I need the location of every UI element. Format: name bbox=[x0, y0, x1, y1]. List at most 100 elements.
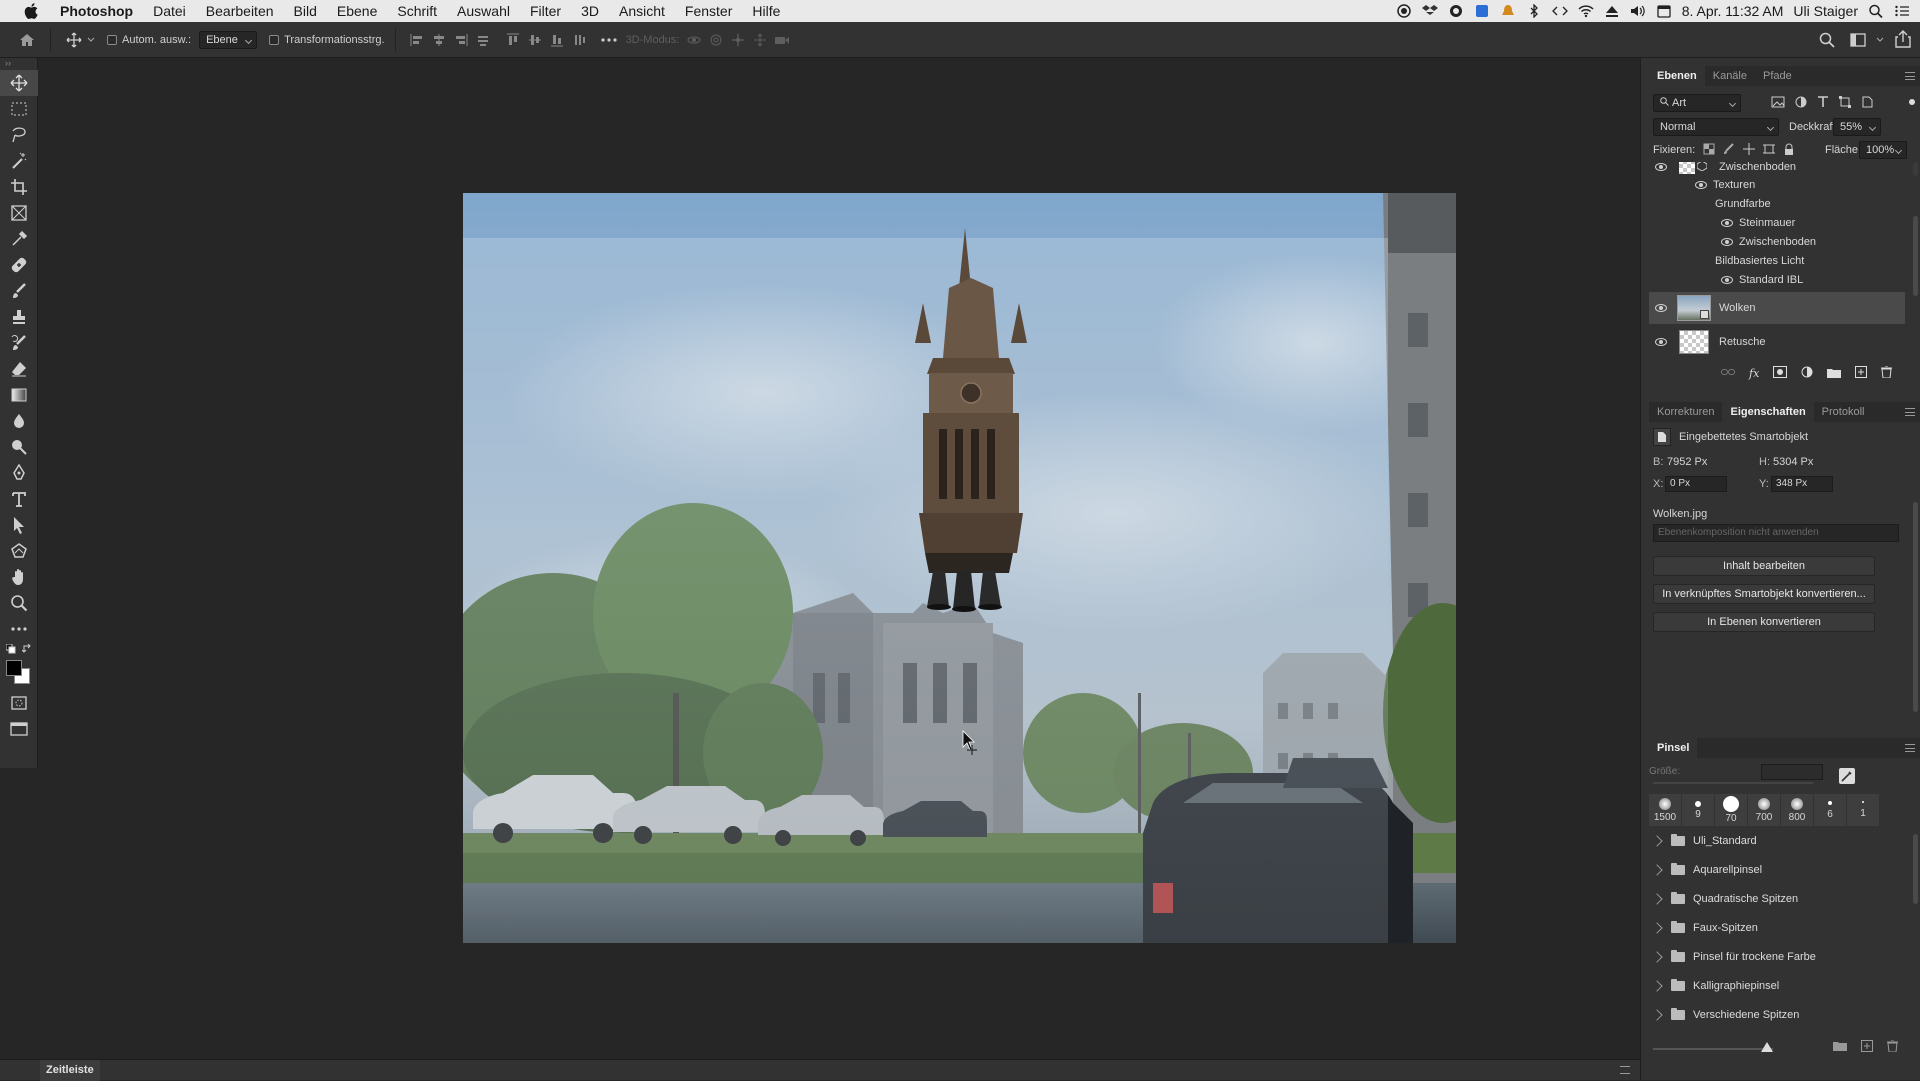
cloud-sync-icon[interactable] bbox=[1448, 4, 1464, 18]
brush-preset-1[interactable]: 1 bbox=[1847, 794, 1879, 826]
menubar-clock[interactable]: 8. Apr. 11:32 AM bbox=[1682, 3, 1784, 19]
blend-mode-dropdown[interactable]: Normal bbox=[1653, 118, 1779, 136]
menu-auswahl[interactable]: Auswahl bbox=[447, 3, 520, 19]
lock-all-icon[interactable] bbox=[1783, 143, 1795, 158]
workspace-chevron-icon[interactable] bbox=[1874, 30, 1886, 50]
brush-preset-700[interactable]: 700 bbox=[1748, 794, 1780, 826]
share-icon[interactable] bbox=[1892, 29, 1914, 49]
layer-row-zwischenboden[interactable]: Zwischenboden bbox=[1721, 233, 1913, 251]
brush-folder-verschiedene-spitzen[interactable]: Verschiedene Spitzen bbox=[1649, 1004, 1909, 1026]
layer-row-steinmauer[interactable]: Steinmauer bbox=[1721, 214, 1913, 232]
apple-icon[interactable] bbox=[20, 3, 42, 19]
layer-list-scrollbar[interactable] bbox=[1913, 216, 1918, 296]
filter-type-icon[interactable] bbox=[1817, 96, 1829, 111]
home-icon[interactable] bbox=[16, 30, 38, 50]
new-brush-group-icon[interactable] bbox=[1833, 1040, 1847, 1055]
move-tool[interactable] bbox=[0, 70, 38, 96]
healing-brush-tool[interactable] bbox=[0, 252, 38, 278]
stamp-tool[interactable] bbox=[0, 304, 38, 330]
menu-bearbeiten[interactable]: Bearbeiten bbox=[196, 3, 284, 19]
menu-app-photoshop[interactable]: Photoshop bbox=[56, 3, 143, 19]
menu-ebene[interactable]: Ebene bbox=[327, 3, 387, 19]
visibility-eye-icon[interactable] bbox=[1695, 181, 1707, 189]
magic-wand-tool[interactable] bbox=[0, 148, 38, 174]
add-mask-icon[interactable] bbox=[1773, 366, 1788, 381]
3d-orbit-icon[interactable] bbox=[683, 30, 705, 50]
bluetooth-icon[interactable] bbox=[1526, 3, 1542, 19]
slider-thumb-icon[interactable] bbox=[1761, 1042, 1773, 1055]
move-tool-preset-icon[interactable] bbox=[63, 30, 85, 50]
shape-tool[interactable] bbox=[0, 538, 38, 564]
frame-tool[interactable] bbox=[0, 200, 38, 226]
properties-panel-menu-icon[interactable] bbox=[1905, 408, 1915, 416]
brush-preset-9[interactable]: 9 bbox=[1682, 794, 1714, 826]
layer-row-zwischenboden-3d[interactable]: Zwischenboden bbox=[1649, 162, 1909, 176]
brush-preset-6[interactable]: 6 bbox=[1814, 794, 1846, 826]
new-layer-icon[interactable] bbox=[1855, 366, 1868, 381]
transform-controls-checkbox[interactable]: Transformationsstrg. bbox=[269, 34, 385, 46]
chevron-right-icon[interactable] bbox=[1651, 922, 1663, 934]
menu-datei[interactable]: Datei bbox=[143, 3, 196, 19]
wifi-icon[interactable] bbox=[1578, 4, 1594, 18]
layer-scroll-up[interactable] bbox=[1913, 162, 1918, 176]
visibility-eye-icon[interactable] bbox=[1655, 163, 1667, 171]
brush-preset-800[interactable]: 800 bbox=[1781, 794, 1813, 826]
delete-brush-icon[interactable] bbox=[1887, 1039, 1898, 1055]
brush-size-slider[interactable] bbox=[1653, 782, 1813, 784]
auto-select-target-dropdown[interactable]: Ebene bbox=[199, 30, 258, 49]
foreground-color-swatch[interactable] bbox=[6, 660, 22, 676]
history-brush-tool[interactable] bbox=[0, 330, 38, 356]
brush-tool[interactable] bbox=[0, 278, 38, 304]
tab-kanaele[interactable]: Kanäle bbox=[1705, 66, 1755, 86]
y-position-field[interactable]: 348 Px bbox=[1771, 476, 1833, 492]
brush-settings-icon[interactable] bbox=[1839, 768, 1855, 784]
align-right-icon[interactable] bbox=[450, 30, 472, 50]
3d-slide-icon[interactable] bbox=[749, 30, 771, 50]
crop-tool[interactable] bbox=[0, 174, 38, 200]
fill-field[interactable]: 100% bbox=[1859, 141, 1907, 159]
volume-icon[interactable] bbox=[1630, 4, 1646, 18]
layer-row-grundfarbe[interactable]: Grundfarbe bbox=[1715, 195, 1913, 213]
type-tool[interactable] bbox=[0, 486, 38, 512]
edit-contents-button[interactable]: Inhalt bearbeiten bbox=[1653, 556, 1875, 576]
brush-preset-1500[interactable]: 1500 bbox=[1649, 794, 1681, 826]
lock-artboard-icon[interactable] bbox=[1763, 143, 1775, 158]
code-brackets-icon[interactable] bbox=[1551, 4, 1568, 18]
visibility-eye-icon[interactable] bbox=[1721, 238, 1733, 246]
layer-row-texturen[interactable]: Texturen bbox=[1695, 176, 1913, 194]
height-value[interactable]: 5304 Px bbox=[1773, 456, 1813, 468]
zoom-tool[interactable] bbox=[0, 590, 38, 616]
brush-folder-trockene-farbe[interactable]: Pinsel für trockene Farbe bbox=[1649, 946, 1909, 968]
align-left-icon[interactable] bbox=[406, 30, 428, 50]
app-badge-icon[interactable] bbox=[1474, 4, 1490, 18]
x-position-field[interactable]: 0 Px bbox=[1665, 476, 1727, 492]
tab-protokoll[interactable]: Protokoll bbox=[1814, 402, 1873, 422]
chevron-right-icon[interactable] bbox=[1651, 864, 1663, 876]
tab-pinsel[interactable]: Pinsel bbox=[1649, 738, 1698, 758]
chevron-down-icon[interactable] bbox=[85, 30, 97, 50]
lock-transparent-icon[interactable] bbox=[1703, 143, 1715, 158]
visibility-eye-icon[interactable] bbox=[1655, 304, 1667, 312]
tab-korrekturen[interactable]: Korrekturen bbox=[1649, 402, 1722, 422]
layer-filter-kind-dropdown[interactable]: Art bbox=[1653, 94, 1741, 112]
new-group-icon[interactable] bbox=[1827, 367, 1842, 381]
screen-mode-icon[interactable] bbox=[0, 716, 38, 742]
spotlight-search-icon[interactable] bbox=[1868, 4, 1884, 19]
marquee-tool[interactable] bbox=[0, 96, 38, 122]
chevron-right-icon[interactable] bbox=[1651, 893, 1663, 905]
filter-smartobject-icon[interactable] bbox=[1861, 96, 1873, 111]
layer-row-standard-ibl[interactable]: Standard IBL bbox=[1721, 271, 1913, 289]
brush-folder-list[interactable]: Uli_Standard Aquarellpinsel Quadratische… bbox=[1649, 830, 1911, 1030]
filter-pixel-icon[interactable] bbox=[1771, 96, 1785, 111]
tab-eigenschaften[interactable]: Eigenschaften bbox=[1722, 402, 1814, 422]
visibility-eye-icon[interactable] bbox=[1721, 276, 1733, 284]
transform-controls-check[interactable] bbox=[269, 34, 280, 45]
pen-tool[interactable] bbox=[0, 460, 38, 486]
filter-shape-icon[interactable] bbox=[1839, 96, 1851, 111]
swap-colors-icon[interactable] bbox=[21, 643, 32, 657]
brush-list-scrollbar[interactable] bbox=[1913, 834, 1918, 904]
distribute-v-icon[interactable] bbox=[568, 30, 590, 50]
menubar-user[interactable]: Uli Staiger bbox=[1793, 3, 1858, 19]
panel-collapse-icon[interactable]: ›› bbox=[0, 58, 37, 70]
menu-schrift[interactable]: Schrift bbox=[387, 3, 447, 19]
